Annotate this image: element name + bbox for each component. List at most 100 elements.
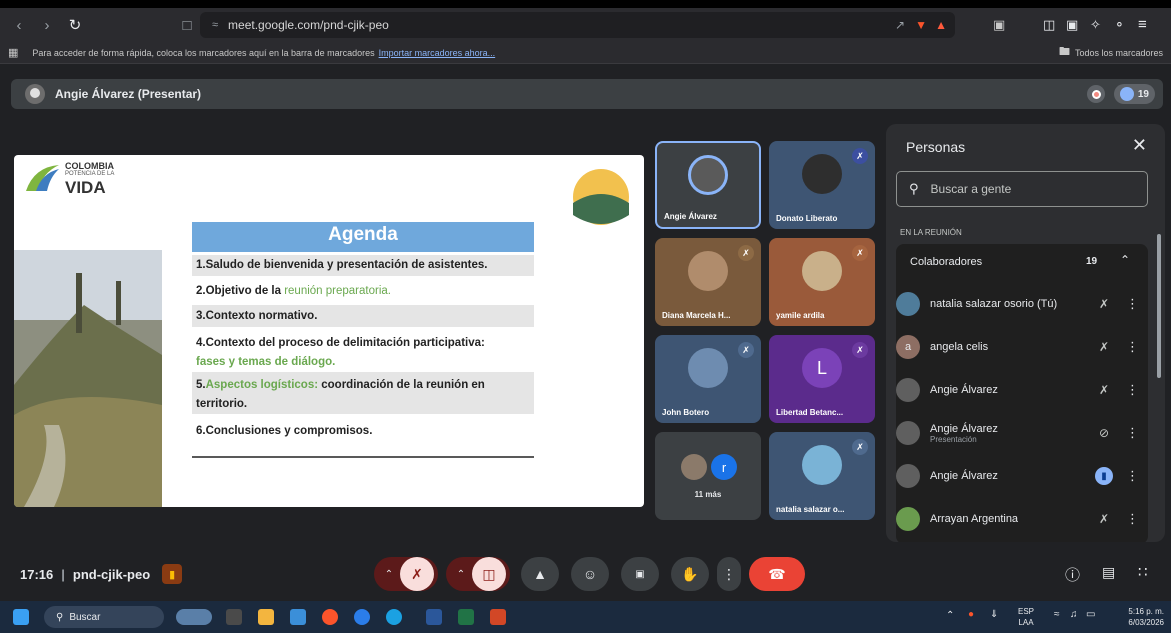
forward-icon[interactable]: › (36, 14, 58, 36)
leave-call-icon[interactable]: ☎ (749, 557, 805, 591)
more-options-icon[interactable]: ⋮ (1126, 339, 1139, 355)
member-row[interactable]: Arrayan Argentina ✗ ⋮ (896, 499, 1151, 539)
tray-brave-icon[interactable]: ● (968, 609, 974, 620)
store-icon[interactable] (290, 609, 306, 625)
agenda-title: Agenda (328, 224, 398, 245)
people-search-input[interactable]: ⚲ Buscar a gente (896, 171, 1148, 207)
participant-tile[interactable]: ✗ John Botero (655, 335, 761, 423)
keyboard-layout: LAA (1018, 618, 1034, 627)
close-icon[interactable]: ✕ (1132, 135, 1147, 156)
chevron-up-icon[interactable]: ⌃ (1120, 253, 1130, 267)
more-options-icon[interactable]: ⋮ (1126, 511, 1139, 527)
wallet-icon[interactable]: ▣ (1066, 17, 1078, 33)
address-bar[interactable]: ≈ meet.google.com/pnd-cjik-peo ↗ ▼ ▲ (200, 12, 955, 38)
more-options-icon[interactable]: ⋮ (1126, 425, 1139, 441)
more-participants-tile[interactable]: r 11 más (655, 432, 761, 520)
share-icon[interactable]: ↗ (895, 18, 905, 32)
mic-options-icon[interactable]: ⌃ (378, 569, 400, 580)
menu-icon[interactable]: ≡ (1138, 16, 1147, 33)
file-explorer-icon[interactable] (258, 609, 274, 625)
activities-icon[interactable]: ∷ (1138, 563, 1148, 581)
more-participants-label: 11 más (694, 490, 722, 499)
leo-icon[interactable]: ✧ (1090, 17, 1101, 33)
camera-options-icon[interactable]: ⌃ (450, 569, 472, 580)
reader-icon[interactable]: ▣ (993, 17, 1005, 33)
bookmark-icon[interactable]: □ (176, 14, 198, 36)
clock-time: 5:16 p. m. (1128, 607, 1164, 616)
more-options-icon[interactable]: ⋮ (1126, 296, 1139, 312)
captions-icon[interactable]: ▣ (621, 557, 659, 591)
mic-off-icon[interactable]: ✗ (400, 557, 434, 591)
battery-icon[interactable]: ▭ (1086, 609, 1095, 620)
member-row[interactable]: a angela celis ✗ ⋮ (896, 327, 1151, 367)
wifi-icon[interactable]: ≈ (1054, 609, 1060, 620)
camera-control[interactable]: ⌃ ◫ (446, 557, 510, 591)
more-options-icon[interactable]: ⋮ (717, 557, 741, 591)
tray-usb-icon[interactable]: ⇓ (990, 609, 998, 620)
participant-tile[interactable]: ✗ yamile ardila (769, 238, 875, 326)
apps-grid-icon[interactable]: ▦ (8, 46, 18, 59)
participant-name: Libertad Betanc... (776, 408, 844, 417)
all-bookmarks-button[interactable]: 🖿 Todos los marcadores (1059, 43, 1163, 62)
input-language[interactable]: ESP LAA (1018, 606, 1034, 628)
more-options-icon[interactable]: ⋮ (1126, 468, 1139, 484)
brave-shield-icon[interactable]: ▼ (915, 18, 927, 32)
participants-button[interactable]: 19 (1113, 84, 1155, 104)
participant-tile[interactable]: ✗ Donato Liberato (769, 141, 875, 229)
mic-control[interactable]: ⌃ ✗ (374, 557, 438, 591)
chat-icon[interactable]: ▤ (1102, 564, 1115, 581)
language-code: ESP (1018, 607, 1035, 616)
member-name: angela celis (930, 341, 989, 353)
present-screen-icon[interactable]: ▲ (521, 557, 559, 591)
participant-avatar (802, 154, 842, 195)
record-icon[interactable] (1087, 85, 1105, 103)
reload-icon[interactable]: ↻ (64, 14, 86, 36)
widgets-icon[interactable] (176, 609, 212, 625)
edge-icon[interactable] (386, 609, 402, 625)
site-info-icon[interactable]: ≈ (212, 19, 218, 31)
excel-icon[interactable] (458, 609, 474, 625)
chrome-icon[interactable] (354, 609, 370, 625)
member-row[interactable]: Angie Álvarez Presentación ⊘ ⋮ (896, 413, 1151, 453)
brave-rewards-icon[interactable]: ▲ (935, 18, 947, 32)
task-view-icon[interactable] (226, 609, 242, 625)
panel-scrollbar[interactable] (1157, 234, 1161, 378)
taskbar-search[interactable]: ⚲ Buscar (44, 606, 164, 628)
member-text: Angie Álvarez Presentación (930, 423, 998, 444)
taskbar-clock[interactable]: 5:16 p. m. 6/03/2026 (1112, 606, 1164, 628)
import-bookmarks-link[interactable]: Importar marcadores ahora... (379, 48, 496, 58)
vpn-icon[interactable]: ⚬ (1114, 17, 1125, 33)
participant-tile[interactable]: Angie Álvarez (655, 141, 761, 229)
participant-tile[interactable]: ✗ natalia salazar o... (769, 432, 875, 520)
taskbar-search-label: Buscar (69, 611, 101, 623)
more-options-icon[interactable]: ⋮ (1126, 382, 1139, 398)
member-initial: a (896, 335, 920, 359)
raise-hand-icon[interactable]: ✋ (671, 557, 709, 591)
participant-tile[interactable]: ✗ L Libertad Betanc... (769, 335, 875, 423)
member-row[interactable]: natalia salazar osorio (Tú) ✗ ⋮ (896, 284, 1151, 324)
search-icon: ⚲ (56, 611, 64, 623)
member-name: Arrayan Argentina (930, 513, 1019, 525)
host-controls-icon[interactable]: ▮ (162, 564, 183, 584)
participant-initial: L (802, 348, 842, 389)
mic-off-icon: ✗ (852, 439, 868, 455)
member-row[interactable]: Angie Álvarez ▮ ⋮ (896, 456, 1151, 496)
meeting-details-icon[interactable]: ⓘ (1065, 564, 1080, 585)
meeting-time: 17:16 (20, 566, 54, 582)
sidebar-icon[interactable]: ◫ (1043, 17, 1055, 33)
word-icon[interactable] (426, 609, 442, 625)
member-row[interactable]: Angie Álvarez ✗ ⋮ (896, 370, 1151, 410)
brave-icon[interactable] (322, 609, 338, 625)
participant-avatar (688, 251, 728, 292)
reactions-icon[interactable]: ☺ (571, 557, 609, 591)
presenter-avatar (25, 84, 45, 104)
tray-chevron-icon[interactable]: ⌃ (946, 610, 954, 621)
participant-name: natalia salazar o... (776, 505, 845, 514)
volume-icon[interactable]: ♫ (1070, 609, 1078, 620)
group-title: Colaboradores (910, 256, 983, 268)
camera-off-icon[interactable]: ◫ (472, 557, 506, 591)
participant-tile[interactable]: ✗ Diana Marcela H... (655, 238, 761, 326)
windows-start-icon[interactable] (13, 609, 29, 625)
powerpoint-icon[interactable] (490, 609, 506, 625)
back-icon[interactable]: ‹ (8, 14, 30, 36)
